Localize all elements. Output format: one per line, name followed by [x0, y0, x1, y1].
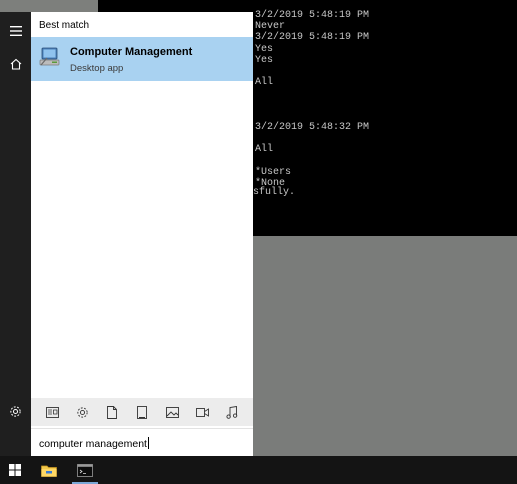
text-caret: [147, 437, 149, 449]
start-button[interactable]: [0, 456, 30, 484]
file-explorer-taskbar-button[interactable]: [34, 456, 64, 484]
best-match-heading: Best match: [39, 20, 90, 31]
start-menu-rail: [0, 12, 31, 456]
computer-management-icon: [39, 46, 61, 68]
web-filter-icon[interactable]: [44, 404, 60, 420]
search-filter-bar: [31, 398, 253, 426]
result-subtitle: Desktop app: [70, 63, 124, 74]
home-icon[interactable]: [0, 49, 31, 79]
search-input[interactable]: computer management: [39, 437, 149, 450]
best-match-result[interactable]: Computer Management Desktop app: [31, 37, 253, 81]
videos-filter-icon[interactable]: [194, 404, 210, 420]
search-query-text: computer management: [39, 438, 147, 450]
hamburger-menu-icon[interactable]: [0, 16, 31, 46]
console-truncated-line: sfully.: [253, 187, 296, 198]
music-filter-icon[interactable]: [224, 404, 240, 420]
taskbar: [0, 456, 517, 484]
result-title: Computer Management: [70, 46, 193, 58]
settings-filter-icon[interactable]: [74, 404, 90, 420]
settings-gear-icon[interactable]: [0, 396, 31, 426]
command-prompt-taskbar-button[interactable]: [70, 456, 100, 484]
documents-filter-icon[interactable]: [104, 404, 120, 420]
background-window-edge: [0, 0, 100, 12]
photos-filter-icon[interactable]: [164, 404, 180, 420]
apps-filter-icon[interactable]: [134, 404, 150, 420]
search-results-panel: Best match Computer Management Desktop a…: [31, 12, 253, 456]
search-box[interactable]: computer management: [31, 428, 253, 456]
console-output: 3/2/2019 5:48:19 PM Never 3/2/2019 5:48:…: [255, 10, 370, 190]
